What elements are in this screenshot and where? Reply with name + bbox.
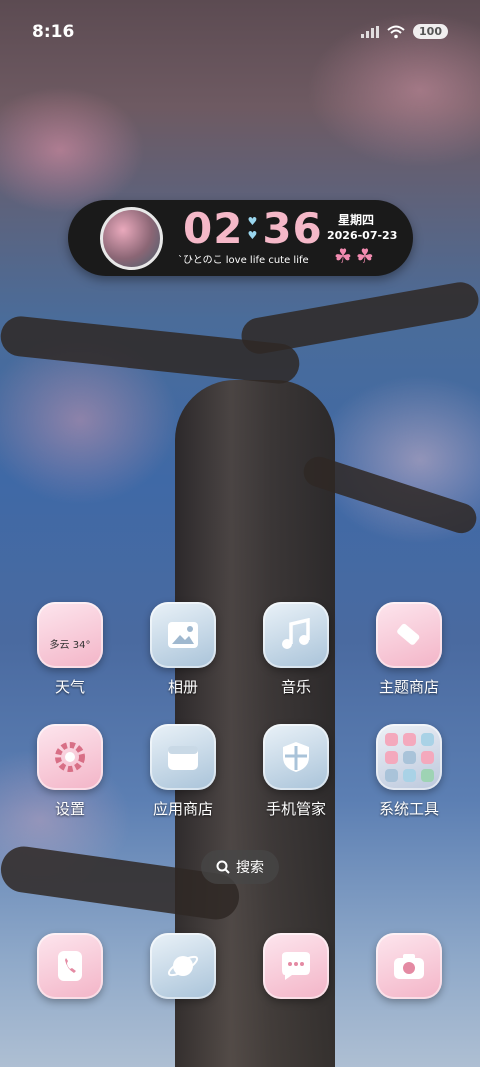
camera-icon (376, 933, 442, 999)
widget-slogan: `ひとのこ love life cute life (178, 255, 309, 266)
gallery-icon (150, 602, 216, 668)
app-phone-manager[interactable]: 手机管家 (246, 724, 346, 819)
planet-icon (150, 933, 216, 999)
app-label: 主题商店 (378, 678, 439, 696)
app-settings[interactable]: 设置 (20, 724, 120, 819)
search-button[interactable]: 搜索 (201, 850, 279, 884)
widget-weekday: 星期四 (338, 213, 375, 227)
clock-widget[interactable]: 02 ♥ ♥ 36 `ひとのこ love life cute life 星期四 2… (68, 200, 413, 276)
wifi-icon (387, 25, 405, 38)
app-label: 手机管家 (265, 800, 326, 818)
status-icons: 100 (361, 24, 448, 39)
app-label: 应用商店 (152, 800, 213, 818)
dock-camera[interactable] (359, 933, 459, 999)
dock-browser[interactable] (133, 933, 233, 999)
search-icon (216, 860, 230, 874)
app-store[interactable]: 应用商店 (133, 724, 233, 819)
app-label: 系统工具 (378, 800, 439, 818)
weather-badge: 多云 34° (49, 639, 91, 651)
music-note-icon (263, 602, 329, 668)
app-label: 设置 (54, 800, 85, 818)
app-music[interactable]: 音乐 (246, 602, 346, 697)
app-weather[interactable]: 多云 34° 天气 (20, 602, 120, 697)
weather-icon: 多云 34° (37, 602, 103, 668)
dock-phone[interactable] (20, 933, 120, 999)
dock-messages[interactable] (246, 933, 346, 999)
app-label: 相册 (167, 678, 198, 696)
status-bar: 8:16 100 (0, 0, 480, 68)
battery-icon: 100 (413, 24, 448, 39)
clover-icon: ☘☘ (334, 244, 378, 268)
wallpaper-branch (238, 279, 480, 357)
app-themes[interactable]: 主题商店 (359, 602, 459, 697)
app-label: 音乐 (280, 678, 311, 696)
store-icon (150, 724, 216, 790)
app-gallery[interactable]: 相册 (133, 602, 233, 697)
app-system-tools[interactable]: 系统工具 (359, 724, 459, 819)
search-label: 搜索 (236, 860, 264, 876)
signal-icon (361, 25, 380, 38)
widget-photo (100, 207, 163, 270)
theme-brush-icon (376, 602, 442, 668)
gear-icon (37, 724, 103, 790)
clock-hour: 02 (183, 204, 244, 253)
app-label: 天气 (54, 678, 85, 696)
phone-icon (37, 933, 103, 999)
folder-icon (376, 724, 442, 790)
heart-icon: ♥ ♥ (247, 214, 259, 242)
shield-icon (263, 724, 329, 790)
message-bubble-icon (263, 933, 329, 999)
widget-date: 2026-07-23 (327, 229, 398, 242)
clock-minute: 36 (262, 204, 323, 253)
widget-clock: 02 ♥ ♥ 36 (183, 204, 323, 253)
status-time: 8:16 (32, 22, 75, 42)
